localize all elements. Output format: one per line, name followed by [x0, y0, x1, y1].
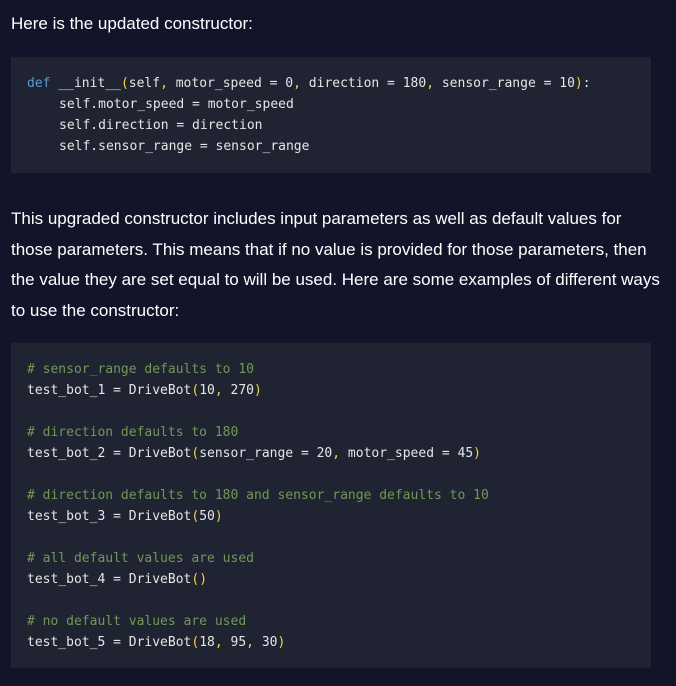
open-paren: (: [120, 76, 129, 91]
intro-text: Here is the updated constructor:: [11, 14, 253, 33]
close-paren: ): [214, 509, 223, 524]
param-direction: direction = 180: [300, 76, 427, 91]
code-statement: test_bot_3 = DriveBot(50): [27, 506, 651, 527]
argument: 270: [230, 383, 254, 398]
examples-list: # sensor_range defaults to 10 test_bot_1 …: [27, 359, 651, 653]
close-paren: ): [254, 383, 262, 398]
comma: ,: [332, 446, 348, 461]
close-paren: ): [574, 76, 583, 91]
function-name: __init__: [50, 76, 121, 91]
explanation-paragraph: This upgraded constructor includes input…: [11, 209, 660, 321]
statement-prefix: test_bot_4 = DriveBot: [27, 572, 192, 587]
statement-prefix: test_bot_3 = DriveBot: [27, 509, 192, 524]
def-keyword: def: [27, 76, 51, 91]
statement-prefix: test_bot_2 = DriveBot: [27, 446, 192, 461]
comma: ,: [214, 383, 231, 398]
argument: 18: [199, 635, 215, 650]
comma: ,: [293, 76, 301, 91]
argument: 30: [261, 635, 278, 650]
param-sensor-range: sensor_range = 10: [434, 76, 575, 91]
examples-code-block[interactable]: # sensor_range defaults to 10 test_bot_1 …: [11, 343, 651, 668]
constructor-body-line: self.sensor_range = sensor_range: [59, 139, 310, 154]
code-statement: test_bot_4 = DriveBot(): [27, 569, 651, 590]
param-self: self: [128, 76, 161, 91]
comma: ,: [246, 635, 262, 650]
param-motor-speed: motor_speed = 0: [167, 76, 294, 91]
comma: ,: [426, 76, 435, 91]
code-comment: # direction defaults to 180 and sensor_r…: [27, 488, 489, 503]
code-comment: # no default values are used: [27, 614, 247, 629]
code-comment: # sensor_range defaults to 10: [27, 362, 254, 377]
code-statement: test_bot_1 = DriveBot(10, 270): [27, 380, 651, 401]
argument: 10: [199, 383, 215, 398]
comma: ,: [160, 76, 168, 91]
argument: sensor_range = 20: [199, 446, 333, 461]
comma: ,: [214, 635, 231, 650]
constructor-code-block[interactable]: def __init__(self, motor_speed = 0, dire…: [11, 57, 651, 173]
code-statement: test_bot_2 = DriveBot(sensor_range = 20,…: [27, 443, 651, 464]
code-comment: # all default values are used: [27, 551, 254, 566]
statement-prefix: test_bot_5 = DriveBot: [27, 635, 192, 650]
statement-prefix: test_bot_1 = DriveBot: [27, 383, 192, 398]
code-statement: test_bot_5 = DriveBot(18, 95, 30): [27, 632, 651, 653]
constructor-body-line: self.motor_speed = motor_speed: [59, 97, 294, 112]
close-paren: ): [277, 635, 286, 650]
constructor-body-line: self.direction = direction: [59, 118, 263, 133]
argument: motor_speed = 45: [347, 446, 474, 461]
code-comment: # direction defaults to 180: [27, 425, 239, 440]
constructor-signature-line: def __init__(self, motor_speed = 0, dire…: [27, 73, 651, 94]
argument: 50: [199, 509, 215, 524]
argument: 95: [230, 635, 247, 650]
close-paren: ): [199, 572, 208, 587]
colon: :: [582, 76, 591, 91]
close-paren: ): [473, 446, 481, 461]
